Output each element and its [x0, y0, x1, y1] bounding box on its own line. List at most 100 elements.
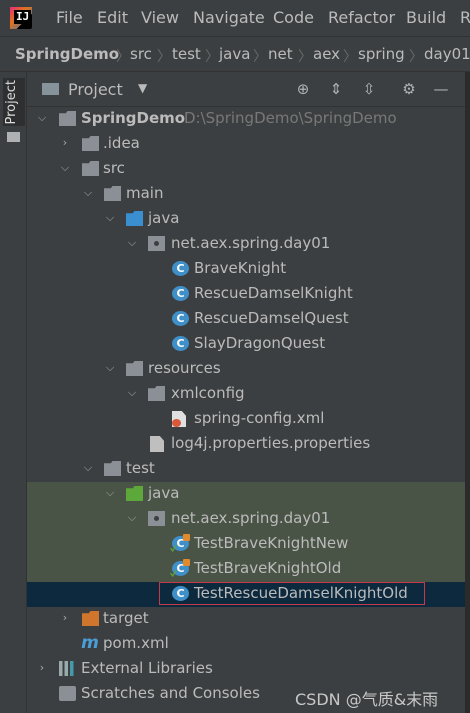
tree-row-file[interactable]: m pom.xml: [27, 632, 465, 657]
breadcrumb-src[interactable]: src: [130, 45, 152, 63]
test-class-icon: C: [172, 534, 190, 551]
folder-icon: [82, 161, 99, 176]
tree-row-main-package[interactable]: ⌵ net.aex.spring.day01: [27, 232, 465, 257]
chevron-down-icon[interactable]: ⌵: [125, 236, 139, 250]
minimize-icon[interactable]: —: [432, 80, 450, 98]
tree-row-target[interactable]: › target: [27, 607, 465, 632]
tree-label: spring-config.xml: [194, 409, 325, 427]
breadcrumb-net[interactable]: net: [268, 45, 293, 63]
tree-label: log4j.properties.properties: [171, 434, 371, 452]
project-panel-header: Project ▼ ⊕ ⇕ ⇳ ⚙ —: [27, 72, 465, 107]
expand-all-icon[interactable]: ⇕: [327, 80, 345, 98]
menu-view[interactable]: View: [141, 8, 179, 27]
tree-row-idea[interactable]: › .idea: [27, 132, 465, 157]
breadcrumb: SpringDemo 〉 src 〉 test 〉 java 〉 net 〉 a…: [0, 36, 470, 72]
chevron-right-icon[interactable]: ›: [58, 611, 72, 625]
breadcrumb-separator: 〉: [116, 49, 130, 65]
chevron-down-icon[interactable]: ⌵: [103, 211, 117, 225]
breadcrumb-spring[interactable]: spring: [358, 45, 405, 63]
tree-row-class[interactable]: C RescueDamselQuest: [27, 307, 465, 332]
folder-icon: [104, 186, 121, 201]
menu-code[interactable]: Code: [273, 8, 314, 27]
resources-folder-icon: [126, 361, 143, 376]
folder-icon: [148, 386, 165, 401]
panel-title[interactable]: Project: [68, 80, 123, 99]
project-tool-tab-label: Project: [4, 80, 19, 125]
tree-label: resources: [148, 359, 221, 377]
target-icon[interactable]: ⊕: [294, 80, 312, 98]
properties-file-icon: [150, 436, 164, 452]
maven-file-icon: m: [81, 633, 99, 653]
tree-row-class[interactable]: C SlayDragonQuest: [27, 332, 465, 357]
menu-run[interactable]: R: [460, 8, 470, 27]
project-panel: Project ▼ ⊕ ⇕ ⇳ ⚙ — ⌵ SpringDemo D:\Spri…: [27, 72, 465, 713]
tree-row-main[interactable]: ⌵ main: [27, 182, 465, 207]
tree-label: SlayDragonQuest: [194, 334, 326, 352]
gear-icon[interactable]: ⚙: [400, 80, 418, 98]
breadcrumb-separator: 〉: [343, 49, 357, 65]
breadcrumb-separator: 〉: [409, 49, 423, 65]
libraries-icon: [59, 661, 76, 676]
tree-row-test-class[interactable]: C TestBraveKnightOld: [27, 557, 465, 582]
tree-row-root[interactable]: ⌵ SpringDemo D:\SpringDemo\SpringDemo: [27, 107, 465, 132]
collapse-all-icon[interactable]: ⇳: [360, 80, 378, 98]
chevron-down-icon[interactable]: ⌵: [103, 486, 117, 500]
folder-icon: [82, 136, 99, 151]
breadcrumb-project[interactable]: SpringDemo: [15, 45, 119, 63]
tree-label: .idea: [103, 134, 140, 152]
chevron-down-icon[interactable]: ⌵: [81, 186, 95, 200]
tree-label: TestRescueDamselKnightOld: [194, 584, 408, 602]
tree-label: TestBraveKnightOld: [194, 559, 342, 577]
intellij-logo-icon[interactable]: IJ: [10, 7, 32, 29]
menu-file[interactable]: File: [56, 8, 83, 27]
tree-row-test-java[interactable]: ⌵ java: [27, 482, 465, 507]
breadcrumb-java[interactable]: java: [219, 45, 250, 63]
tree-row-file[interactable]: log4j.properties.properties: [27, 432, 465, 457]
tree-row-class[interactable]: C BraveKnight: [27, 257, 465, 282]
chevron-down-icon[interactable]: ⌵: [103, 361, 117, 375]
class-icon: C: [172, 586, 189, 601]
breadcrumb-day01[interactable]: day01: [424, 45, 470, 63]
tree-label: Scratches and Consoles: [81, 684, 260, 702]
tree-label: main: [126, 184, 164, 202]
chevron-right-icon[interactable]: ›: [35, 661, 49, 675]
tree-row-resources[interactable]: ⌵ resources: [27, 357, 465, 382]
menu-refactor[interactable]: Refactor: [328, 8, 395, 27]
menu-navigate[interactable]: Navigate: [193, 8, 265, 27]
tree-label: target: [103, 609, 149, 627]
tree-row-file[interactable]: spring-config.xml: [27, 407, 465, 432]
menu-edit[interactable]: Edit: [97, 8, 128, 27]
tree-label-root: SpringDemo: [81, 109, 186, 127]
chevron-right-icon[interactable]: ›: [58, 136, 72, 150]
tree-row-test-package[interactable]: ⌵ net.aex.spring.day01: [27, 507, 465, 532]
chevron-down-icon[interactable]: ⌵: [81, 461, 95, 475]
tree-label: xmlconfig: [171, 384, 245, 402]
tree-label: RescueDamselKnight: [194, 284, 353, 302]
excluded-folder-icon: [82, 611, 99, 626]
tree-row-test-class-selected[interactable]: C TestRescueDamselKnightOld: [27, 582, 465, 607]
chevron-down-icon[interactable]: ⌵: [125, 386, 139, 400]
tree-row-src[interactable]: ⌵ src: [27, 157, 465, 182]
tree-row-main-java[interactable]: ⌵ java: [27, 207, 465, 232]
project-tree: ⌵ SpringDemo D:\SpringDemo\SpringDemo › …: [27, 107, 465, 713]
tree-row-class[interactable]: C RescueDamselKnight: [27, 282, 465, 307]
tree-label: BraveKnight: [194, 259, 287, 277]
tree-label: test: [126, 459, 155, 477]
class-icon: C: [172, 311, 189, 326]
tree-label: pom.xml: [103, 634, 169, 652]
class-icon: C: [172, 286, 189, 301]
tree-root-path: D:\SpringDemo\SpringDemo: [184, 109, 397, 127]
chevron-down-icon[interactable]: ⌵: [125, 511, 139, 525]
tree-row-external-libraries[interactable]: › External Libraries: [27, 657, 465, 682]
tree-row-test[interactable]: ⌵ test: [27, 457, 465, 482]
menu-build[interactable]: Build: [406, 8, 446, 27]
tree-row-xmlconfig[interactable]: ⌵ xmlconfig: [27, 382, 465, 407]
package-icon: [148, 236, 165, 251]
tree-label: TestBraveKnightNew: [194, 534, 349, 552]
breadcrumb-test[interactable]: test: [172, 45, 201, 63]
breadcrumb-aex[interactable]: aex: [313, 45, 340, 63]
chevron-down-icon[interactable]: ▼: [138, 81, 147, 95]
tree-row-test-class[interactable]: C TestBraveKnightNew: [27, 532, 465, 557]
chevron-down-icon[interactable]: ⌵: [35, 111, 49, 125]
chevron-down-icon[interactable]: ⌵: [58, 161, 72, 175]
